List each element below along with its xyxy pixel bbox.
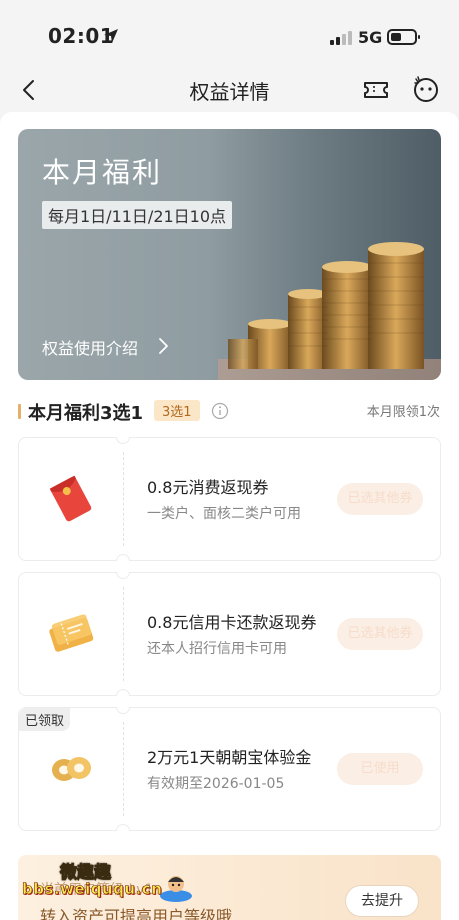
- ticket-icon[interactable]: [362, 78, 390, 102]
- coupon-card-trial-fund[interactable]: 已领取 2万元1天朝朝宝体验金 有效期至2026-01-05 已使用: [18, 707, 441, 831]
- coupon-subtitle: 还本人招行信用卡可用: [147, 641, 287, 657]
- monthly-benefit-banner: 本月福利 每月1日/11日/21日10点 权益使用介绍: [18, 129, 441, 380]
- info-icon[interactable]: [211, 402, 229, 420]
- coupon-title: 0.8元信用卡还款返现券: [147, 613, 317, 632]
- coupon-ticket-icon: [49, 614, 94, 652]
- banner-date-badge: 每月1日/11日/21日10点: [42, 201, 233, 229]
- battery-icon: [387, 29, 420, 45]
- coupon-image-area: [19, 438, 123, 560]
- gold-coin-icon: [52, 757, 91, 781]
- coupon-subtitle: 一类户、面核二类户可用: [147, 506, 301, 522]
- banner-title: 本月福利: [42, 156, 163, 189]
- coupon-card-credit-repay[interactable]: 0.8元信用卡还款返现券 还本人招行信用卡可用 已选其他券: [18, 572, 441, 696]
- page-title: 权益详情: [189, 80, 270, 104]
- chevron-right-icon[interactable]: [156, 337, 170, 355]
- coin-stacks-image: [218, 242, 441, 380]
- coupon-title: 2万元1天朝朝宝体验金: [147, 748, 312, 767]
- nav-bar: 权益详情: [0, 70, 459, 112]
- monthly-limit-note: 本月限领1次: [366, 405, 440, 420]
- coupon-image-area: [19, 708, 123, 830]
- section-title: 本月福利3选1: [28, 403, 144, 424]
- section-accent-bar: [18, 404, 21, 419]
- used-button[interactable]: 已使用: [337, 753, 423, 785]
- signal-icon: [330, 31, 352, 45]
- location-arrow-icon: [104, 29, 118, 43]
- coupon-card-consumption[interactable]: 0.8元消费返现券 一类户、面核二类户可用 已选其他券: [18, 437, 441, 561]
- status-bar: 02:01 5G: [0, 0, 459, 70]
- benefit-intro-link[interactable]: 权益使用介绍: [42, 335, 138, 359]
- coupon-image-area: [19, 573, 123, 695]
- choose-badge: 3选1: [154, 400, 200, 421]
- coupon-subtitle: 有效期至2026-01-05: [147, 776, 285, 792]
- coupon-title: 0.8元消费返现券: [147, 478, 269, 497]
- watermark-url: bbs.weiququ.cn: [22, 880, 163, 899]
- network-type: 5G: [358, 28, 383, 47]
- selected-other-button[interactable]: 已选其他券: [337, 618, 423, 650]
- watermark: 微趣趣 bbs.weiququ.cn: [22, 858, 202, 920]
- selected-other-button[interactable]: 已选其他券: [337, 483, 423, 515]
- red-envelope-icon: [49, 475, 92, 522]
- mascot-icon: [160, 876, 192, 902]
- customer-service-icon[interactable]: [411, 74, 441, 104]
- upgrade-button[interactable]: 去提升: [345, 885, 419, 917]
